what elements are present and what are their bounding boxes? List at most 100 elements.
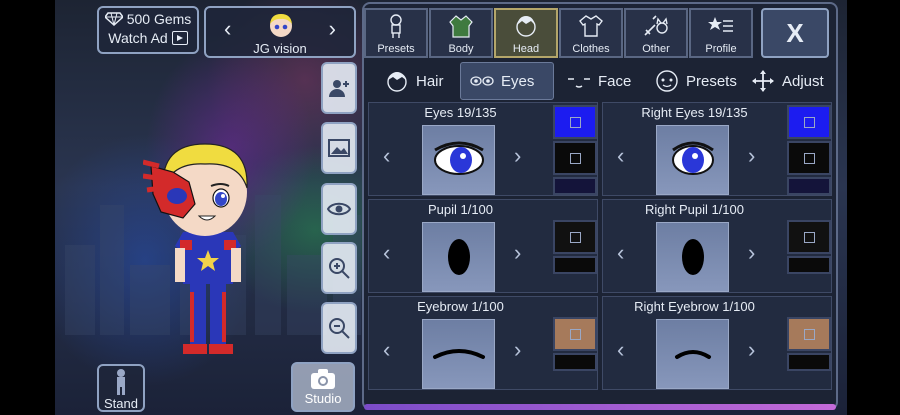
option-title: Eyebrow 1/100	[417, 299, 504, 314]
color-swatch[interactable]	[787, 105, 831, 139]
character-selector: ‹ › JG vision	[204, 6, 356, 58]
move-arrows-icon	[752, 70, 774, 92]
watch-ad-label: Watch Ad	[108, 30, 168, 46]
add-character-icon	[329, 80, 349, 97]
game-screen: 500 Gems Watch Ad ‹ › JG vision Stand St…	[55, 0, 847, 415]
previous-option-button[interactable]: ‹	[383, 143, 390, 169]
previous-option-button[interactable]: ‹	[617, 143, 624, 169]
pupil-preview	[656, 222, 729, 292]
right-eyebrow-selector: Right Eyebrow 1/100 ‹ ›	[602, 296, 832, 390]
swatch-indicator	[803, 328, 815, 340]
gems-widget[interactable]: 500 Gems Watch Ad	[97, 6, 199, 54]
eyebrow-preview-icon	[674, 350, 711, 359]
swatch-indicator	[803, 231, 815, 243]
next-option-button[interactable]: ›	[748, 143, 755, 169]
zoom-in-button[interactable]	[321, 242, 357, 294]
zoom-in-icon	[329, 258, 350, 279]
profile-star-list-icon	[708, 17, 733, 32]
color-swatch[interactable]	[787, 141, 831, 175]
swatch-indicator	[803, 152, 815, 164]
right-eyes-selector: Right Eyes 19/135 ‹ ›	[602, 102, 832, 196]
color-swatch[interactable]	[553, 220, 597, 254]
stand-button[interactable]: Stand	[97, 364, 145, 412]
subtab-label: Eyes	[501, 72, 535, 90]
stand-pose-icon	[117, 369, 125, 395]
subtab-presets[interactable]: Presets	[650, 62, 744, 100]
character-figure[interactable]	[143, 132, 273, 362]
color-swatch[interactable]	[553, 105, 597, 139]
stand-label: Stand	[104, 396, 138, 411]
color-swatch[interactable]	[553, 353, 597, 371]
pupil-preview-icon	[447, 239, 470, 275]
subtab-adjust[interactable]: Adjust	[746, 62, 836, 100]
body-jacket-icon	[449, 15, 473, 38]
color-swatch[interactable]	[553, 177, 597, 195]
category-body[interactable]: Body	[429, 8, 493, 58]
previous-option-button[interactable]: ‹	[617, 240, 624, 266]
option-title: Eyes 19/135	[424, 105, 497, 120]
subtab-hair[interactable]: Hair	[378, 62, 464, 100]
swatch-indicator	[803, 116, 815, 128]
swatch-indicator	[569, 116, 581, 128]
character-name: JG vision	[253, 41, 307, 56]
category-presets[interactable]: Presets	[364, 8, 428, 58]
color-swatch[interactable]	[787, 353, 831, 371]
editor-panel: Presets Body Head Clothes Other Profile …	[362, 2, 838, 410]
category-profile[interactable]: Profile	[689, 8, 753, 58]
background-image-button[interactable]	[321, 122, 357, 174]
subtab-eyes[interactable]: Eyes	[460, 62, 554, 100]
visibility-button[interactable]	[321, 183, 357, 235]
next-option-button[interactable]: ›	[748, 337, 755, 363]
pupil-preview	[422, 222, 495, 292]
hair-icon	[387, 72, 407, 92]
eyebrow-preview-icon	[432, 349, 485, 359]
color-swatch[interactable]	[553, 317, 597, 351]
previous-character-button[interactable]: ‹	[224, 16, 231, 42]
eye-preview	[656, 125, 729, 195]
presets-figure-icon	[390, 14, 402, 38]
swatch-indicator	[569, 152, 581, 164]
color-swatch[interactable]	[787, 220, 831, 254]
zoom-out-icon	[329, 318, 350, 339]
category-label: Other	[642, 43, 670, 55]
previous-option-button[interactable]: ‹	[383, 337, 390, 363]
close-button[interactable]: X	[761, 8, 829, 58]
option-title: Right Eyes 19/135	[641, 105, 748, 120]
studio-button[interactable]: Studio	[291, 362, 355, 412]
previous-option-button[interactable]: ‹	[617, 337, 624, 363]
next-option-button[interactable]: ›	[514, 240, 521, 266]
add-character-button[interactable]	[321, 62, 357, 114]
option-title: Right Eyebrow 1/100	[634, 299, 755, 314]
option-title: Pupil 1/100	[427, 202, 494, 217]
gems-count: 500 Gems	[126, 11, 192, 27]
color-swatch[interactable]	[553, 141, 597, 175]
subtab-face[interactable]: Face	[560, 62, 650, 100]
color-swatch[interactable]	[787, 177, 831, 195]
panel-scrollbar[interactable]	[364, 404, 836, 410]
category-label: Presets	[377, 43, 415, 55]
next-option-button[interactable]: ›	[514, 143, 521, 169]
next-option-button[interactable]: ›	[748, 240, 755, 266]
previous-option-button[interactable]: ‹	[383, 240, 390, 266]
next-character-button[interactable]: ›	[329, 16, 336, 42]
category-head[interactable]: Head	[494, 8, 558, 58]
next-option-button[interactable]: ›	[514, 337, 521, 363]
other-sword-cat-icon	[644, 15, 668, 36]
color-swatch[interactable]	[553, 256, 597, 274]
character-avatar-icon	[270, 14, 292, 37]
pupil-selector: Pupil 1/100 ‹ ›	[368, 199, 598, 293]
zoom-out-button[interactable]	[321, 302, 357, 354]
category-clothes[interactable]: Clothes	[559, 8, 623, 58]
category-other[interactable]: Other	[624, 8, 688, 58]
studio-label: Studio	[304, 391, 342, 406]
color-swatch[interactable]	[787, 317, 831, 351]
eye-preview	[422, 125, 495, 195]
color-swatch[interactable]	[787, 256, 831, 274]
category-label: Body	[448, 43, 474, 55]
swatch-indicator	[569, 328, 581, 340]
category-label: Profile	[705, 43, 737, 55]
category-label: Clothes	[572, 43, 610, 55]
eyebrow-preview	[422, 319, 495, 389]
watch-ad-button[interactable]: Watch Ad	[99, 30, 197, 46]
eyes-selector: Eyes 19/135 ‹ ›	[368, 102, 598, 196]
